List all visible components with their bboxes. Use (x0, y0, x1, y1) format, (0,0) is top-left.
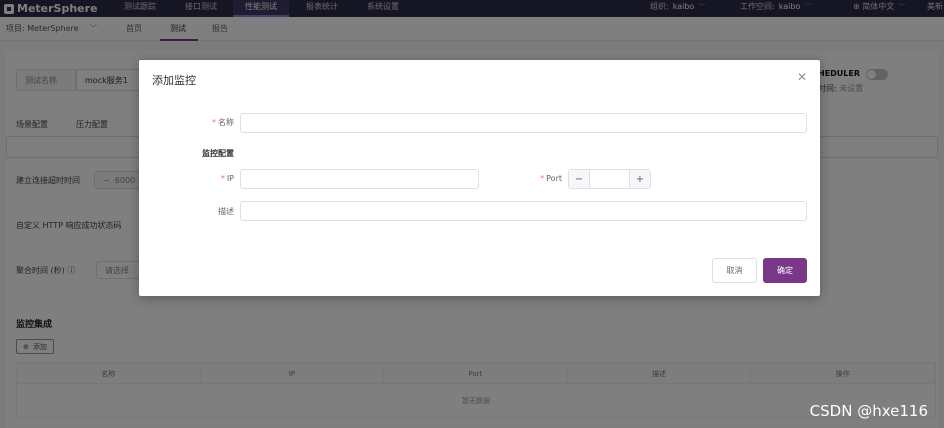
port-input[interactable] (590, 170, 629, 188)
decrement-button[interactable]: − (569, 170, 590, 188)
port-label: * Port (540, 174, 562, 183)
name-input[interactable] (240, 113, 807, 133)
increment-button[interactable]: + (629, 170, 650, 188)
add-monitor-dialog: 添加监控 ✕ * 名称 监控配置 * IP * Port − + 描述 取消 确定 (139, 60, 820, 296)
name-label: * 名称 (212, 118, 234, 127)
close-icon[interactable]: ✕ (797, 70, 807, 84)
required-mark: * (212, 118, 216, 127)
monitor-config-heading: 监控配置 (202, 149, 234, 158)
port-stepper[interactable]: − + (568, 169, 651, 189)
required-mark: * (540, 174, 545, 183)
dialog-title: 添加监控 (152, 74, 196, 87)
watermark: CSDN @hxe116 (809, 402, 928, 420)
cancel-button[interactable]: 取消 (712, 258, 757, 283)
desc-label: 描述 (218, 207, 234, 216)
ip-label: * IP (220, 174, 234, 183)
desc-input[interactable] (240, 201, 807, 221)
required-mark: * (220, 174, 225, 183)
ip-input[interactable] (240, 169, 479, 189)
confirm-button[interactable]: 确定 (763, 258, 807, 283)
